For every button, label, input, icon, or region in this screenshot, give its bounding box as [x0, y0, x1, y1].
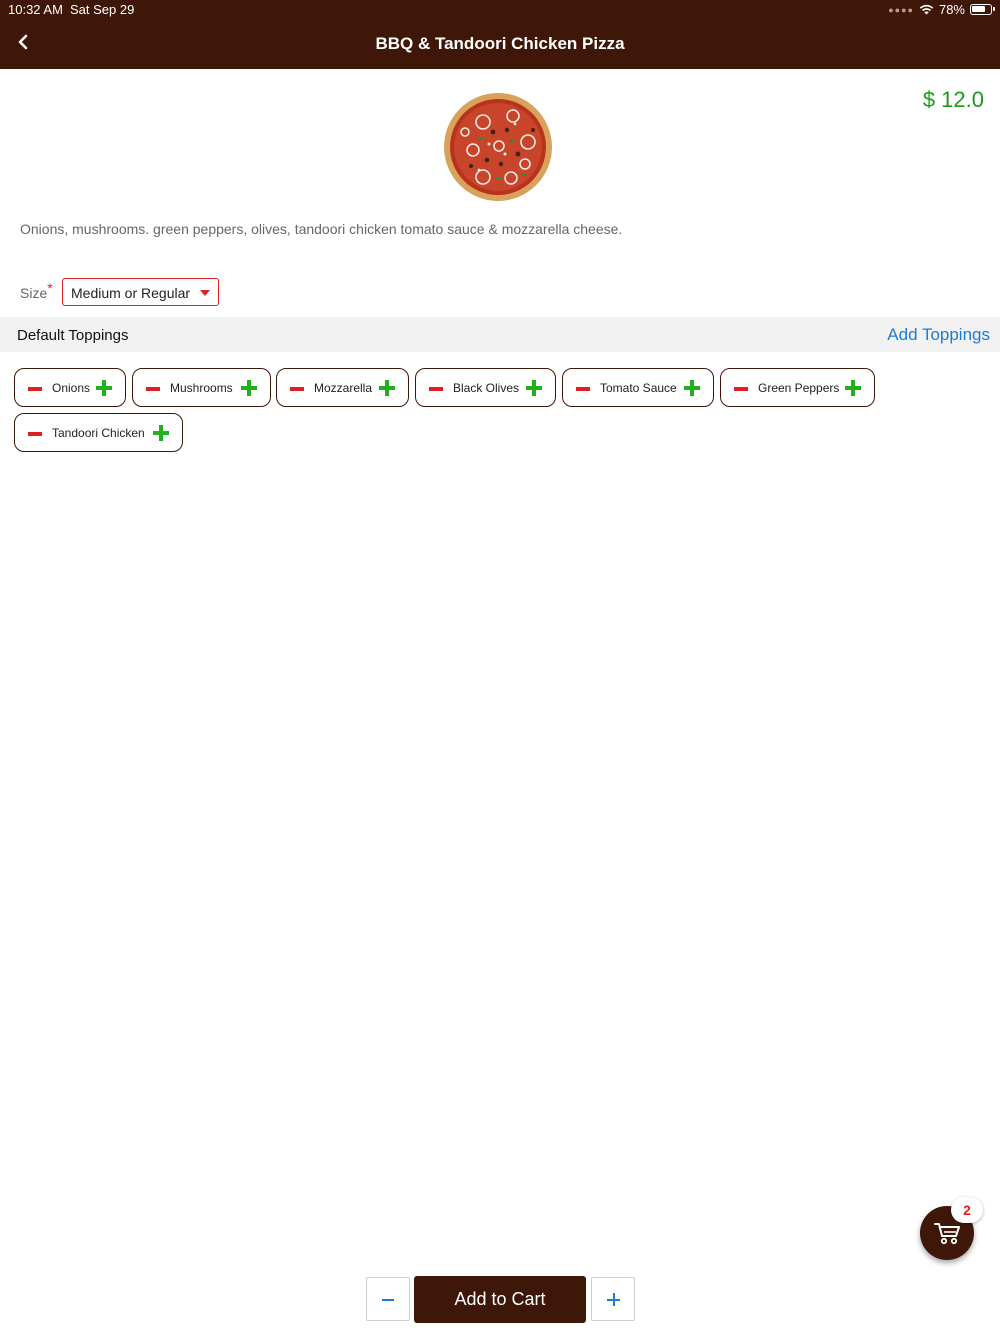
topping-label: Black Olives	[453, 381, 520, 395]
decrease-quantity-button[interactable]	[366, 1277, 410, 1321]
section-title: Default Toppings	[17, 327, 129, 344]
remove-topping-button[interactable]	[28, 432, 42, 436]
add-topping-button[interactable]	[526, 380, 542, 396]
topping-chip-mushrooms: Mushrooms	[132, 368, 271, 407]
page-title: BBQ & Tandoori Chicken Pizza	[375, 34, 625, 53]
wifi-icon	[919, 4, 934, 15]
add-toppings-link[interactable]: Add Toppings	[887, 325, 990, 345]
required-marker: *	[47, 280, 53, 296]
add-to-cart-button[interactable]: Add to Cart	[414, 1276, 586, 1323]
product-price: $ 12.0	[922, 87, 984, 112]
topping-chip-tandoori-chicken: Tandoori Chicken	[14, 413, 183, 452]
size-label-text: Size	[20, 285, 48, 301]
size-selected-value: Medium or Regular	[71, 285, 191, 301]
remove-topping-button[interactable]	[429, 387, 443, 391]
navigation-bar: 10:32 AM Sat Sep 29 ●●●● 78% BBQ & Tando…	[0, 0, 1000, 69]
status-time: 10:32 AM	[8, 2, 63, 17]
topping-label: Tandoori Chicken	[52, 426, 145, 440]
remove-topping-button[interactable]	[28, 387, 42, 391]
topping-chip-mozzarella: Mozzarella	[276, 368, 409, 407]
plus-icon-vertical	[613, 1293, 615, 1306]
cart-icon	[934, 1223, 960, 1245]
minus-icon	[382, 1299, 394, 1301]
increase-quantity-button[interactable]	[591, 1277, 635, 1321]
topping-chip-tomato-sauce: Tomato Sauce	[562, 368, 714, 407]
remove-topping-button[interactable]	[146, 387, 160, 391]
add-topping-button[interactable]	[153, 425, 169, 441]
add-topping-button[interactable]	[241, 380, 257, 396]
topping-label: Mushrooms	[170, 381, 233, 395]
topping-chip-green-peppers: Green Peppers	[720, 368, 875, 407]
toppings-section-header: Default Toppings Add Toppings	[0, 317, 1000, 352]
topping-chip-onions: Onions	[14, 368, 126, 407]
status-indicators: ●●●● 78%	[888, 2, 995, 17]
topping-label: Mozzarella	[314, 381, 373, 395]
battery-icon	[970, 4, 995, 15]
product-description: Onions, mushrooms. green peppers, olives…	[20, 221, 623, 237]
topping-label: Tomato Sauce	[600, 381, 677, 395]
topping-label: Onions	[52, 381, 91, 395]
cart-count-badge: 2	[951, 1197, 983, 1223]
remove-topping-button[interactable]	[290, 387, 304, 391]
add-topping-button[interactable]	[96, 380, 112, 396]
add-topping-button[interactable]	[684, 380, 700, 396]
topping-chip-black-olives: Black Olives	[415, 368, 556, 407]
remove-topping-button[interactable]	[576, 387, 590, 391]
add-topping-button[interactable]	[845, 380, 861, 396]
add-topping-button[interactable]	[379, 380, 395, 396]
size-label: Size*	[20, 280, 53, 301]
remove-topping-button[interactable]	[734, 387, 748, 391]
size-dropdown[interactable]: Medium or Regular	[62, 278, 219, 306]
topping-label: Green Peppers	[758, 381, 840, 395]
signal-dots-icon: ●●●●	[888, 4, 914, 15]
battery-percent: 78%	[938, 2, 965, 17]
caret-down-icon	[200, 290, 210, 296]
status-date: Sat Sep 29	[70, 2, 135, 17]
pizza-image	[444, 93, 552, 201]
